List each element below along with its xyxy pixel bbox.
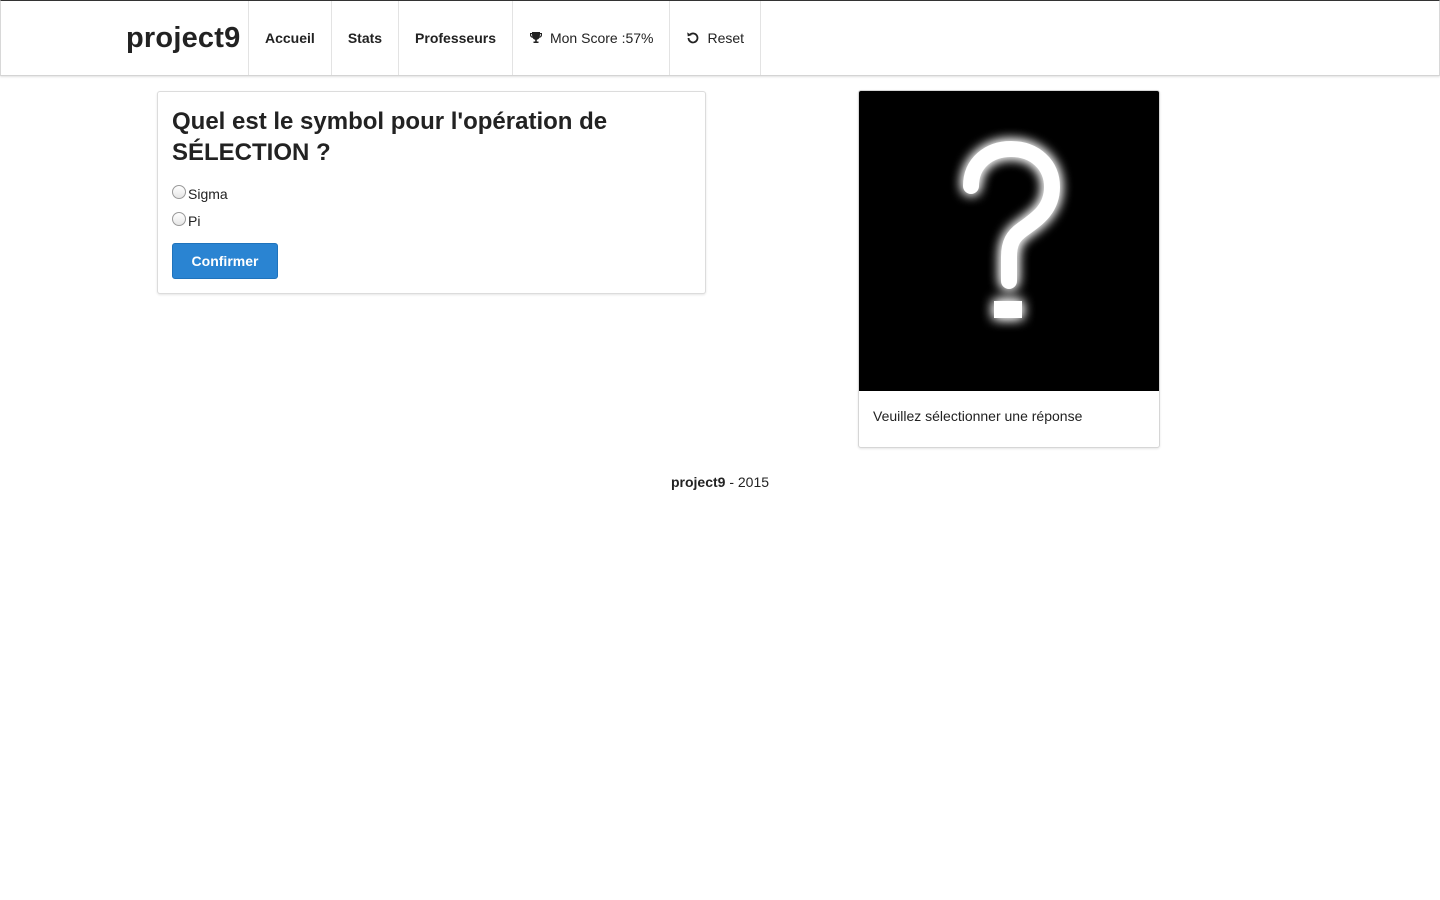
- footer-brand: project9: [670, 474, 726, 490]
- answer-options: Sigma Pi: [172, 180, 691, 234]
- score-label: Mon Score :57%: [549, 30, 654, 46]
- nav-item-label: Professeurs: [415, 30, 496, 46]
- nav-menu: Accueil Stats Professeurs Mon Score :57%: [248, 1, 762, 75]
- nav-item-reset[interactable]: Reset: [670, 1, 762, 75]
- nav-item-score[interactable]: Mon Score :57%: [513, 1, 671, 75]
- option-label: Sigma: [188, 185, 228, 202]
- radio-pi[interactable]: [172, 211, 186, 226]
- trophy-icon: [529, 31, 543, 45]
- top-navbar: project9 Accueil Stats Professeurs Mon S…: [0, 0, 1440, 76]
- option-label: Pi: [188, 212, 201, 229]
- question-mark-icon: [963, 140, 1061, 318]
- confirm-button[interactable]: Confirmer: [172, 243, 278, 279]
- option-sigma[interactable]: Sigma: [172, 180, 691, 207]
- nav-item-professeurs[interactable]: Professeurs: [399, 1, 513, 75]
- option-pi[interactable]: Pi: [172, 207, 691, 234]
- nav-item-stats[interactable]: Stats: [332, 1, 400, 75]
- reset-label: Reset: [707, 30, 745, 46]
- feedback-card: Veuillez sélectionner une réponse: [858, 90, 1160, 448]
- question-panel: Quel est le symbol pour l'opération de S…: [157, 91, 706, 294]
- radio-sigma[interactable]: [172, 184, 186, 199]
- feedback-image: [859, 91, 1159, 391]
- feedback-caption: Veuillez sélectionner une réponse: [873, 408, 1083, 424]
- question-title: Quel est le symbol pour l'opération de S…: [172, 108, 608, 166]
- brand-logo[interactable]: project9: [126, 1, 240, 75]
- nav-item-accueil[interactable]: Accueil: [249, 1, 332, 75]
- footer-year: - 2015: [725, 474, 770, 490]
- nav-item-label: Accueil: [265, 30, 315, 46]
- nav-item-label: Stats: [347, 30, 383, 46]
- page-footer: project9 - 2015: [0, 474, 1440, 490]
- refresh-icon: [686, 31, 700, 45]
